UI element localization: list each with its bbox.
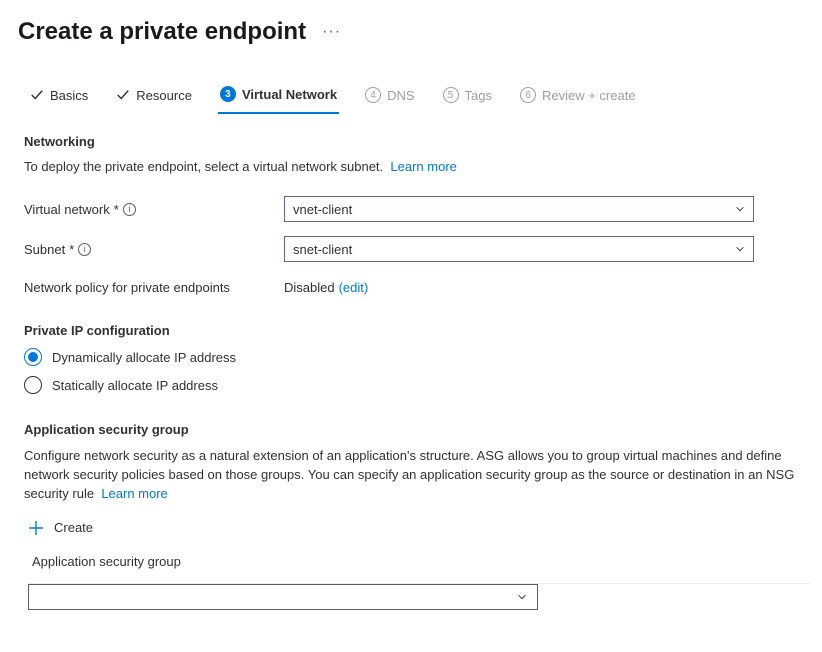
step-number-icon: 3	[220, 86, 236, 102]
radio-icon	[24, 348, 42, 366]
asg-learn-more-link[interactable]: Learn more	[101, 486, 167, 501]
policy-edit-link[interactable]: (edit)	[339, 280, 369, 295]
networking-desc-text: To deploy the private endpoint, select a…	[24, 159, 383, 174]
asg-desc: Configure network security as a natural …	[24, 447, 810, 504]
radio-dynamic-label: Dynamically allocate IP address	[52, 350, 236, 365]
subnet-label-text: Subnet	[24, 242, 65, 257]
radio-dynamic-ip[interactable]: Dynamically allocate IP address	[24, 348, 816, 366]
radio-static-label: Statically allocate IP address	[52, 378, 218, 393]
required-indicator: *	[114, 202, 119, 217]
tab-review-create[interactable]: 6 Review + create	[518, 82, 638, 114]
info-icon[interactable]: i	[123, 203, 136, 216]
tab-vnet-label: Virtual Network	[242, 87, 337, 102]
ipconfig-heading: Private IP configuration	[24, 323, 816, 338]
plus-icon	[28, 520, 44, 536]
tab-dns-label: DNS	[387, 88, 414, 103]
vnet-select-value: vnet-client	[293, 202, 352, 217]
asg-heading: Application security group	[24, 422, 816, 437]
vnet-label-text: Virtual network	[24, 202, 110, 217]
step-number-icon: 4	[365, 87, 381, 103]
required-indicator: *	[69, 242, 74, 257]
networking-heading: Networking	[24, 134, 816, 149]
step-number-icon: 6	[520, 87, 536, 103]
tab-tags[interactable]: 5 Tags	[441, 82, 494, 114]
vnet-label: Virtual network * i	[24, 202, 284, 217]
check-icon	[30, 88, 44, 102]
page-title: Create a private endpoint	[18, 18, 306, 46]
asg-create-label: Create	[54, 520, 93, 535]
tab-tags-label: Tags	[465, 88, 492, 103]
subnet-select[interactable]: snet-client	[284, 236, 754, 262]
check-icon	[116, 88, 130, 102]
info-icon[interactable]: i	[78, 243, 91, 256]
tab-basics[interactable]: Basics	[28, 82, 90, 114]
chevron-down-icon	[735, 204, 745, 214]
step-number-icon: 5	[443, 87, 459, 103]
radio-static-ip[interactable]: Statically allocate IP address	[24, 376, 816, 394]
tab-resource-label: Resource	[136, 88, 192, 103]
tab-basics-label: Basics	[50, 88, 88, 103]
more-icon[interactable]: ···	[322, 23, 341, 41]
subnet-select-value: snet-client	[293, 242, 352, 257]
vnet-select[interactable]: vnet-client	[284, 196, 754, 222]
tab-virtual-network[interactable]: 3 Virtual Network	[218, 82, 339, 114]
tab-resource[interactable]: Resource	[114, 82, 194, 114]
asg-create-button[interactable]: Create	[28, 520, 816, 536]
subnet-label: Subnet * i	[24, 242, 284, 257]
networking-learn-more-link[interactable]: Learn more	[390, 159, 456, 174]
wizard-tabs: Basics Resource 3 Virtual Network 4 DNS …	[18, 82, 816, 114]
tab-review-label: Review + create	[542, 88, 636, 103]
policy-label: Network policy for private endpoints	[24, 280, 284, 295]
tab-dns[interactable]: 4 DNS	[363, 82, 416, 114]
policy-value: Disabled	[284, 280, 335, 295]
asg-column-header: Application security group	[32, 554, 816, 569]
chevron-down-icon	[517, 592, 527, 602]
chevron-down-icon	[735, 244, 745, 254]
networking-desc: To deploy the private endpoint, select a…	[24, 159, 816, 174]
radio-icon	[24, 376, 42, 394]
asg-select[interactable]	[28, 584, 538, 610]
